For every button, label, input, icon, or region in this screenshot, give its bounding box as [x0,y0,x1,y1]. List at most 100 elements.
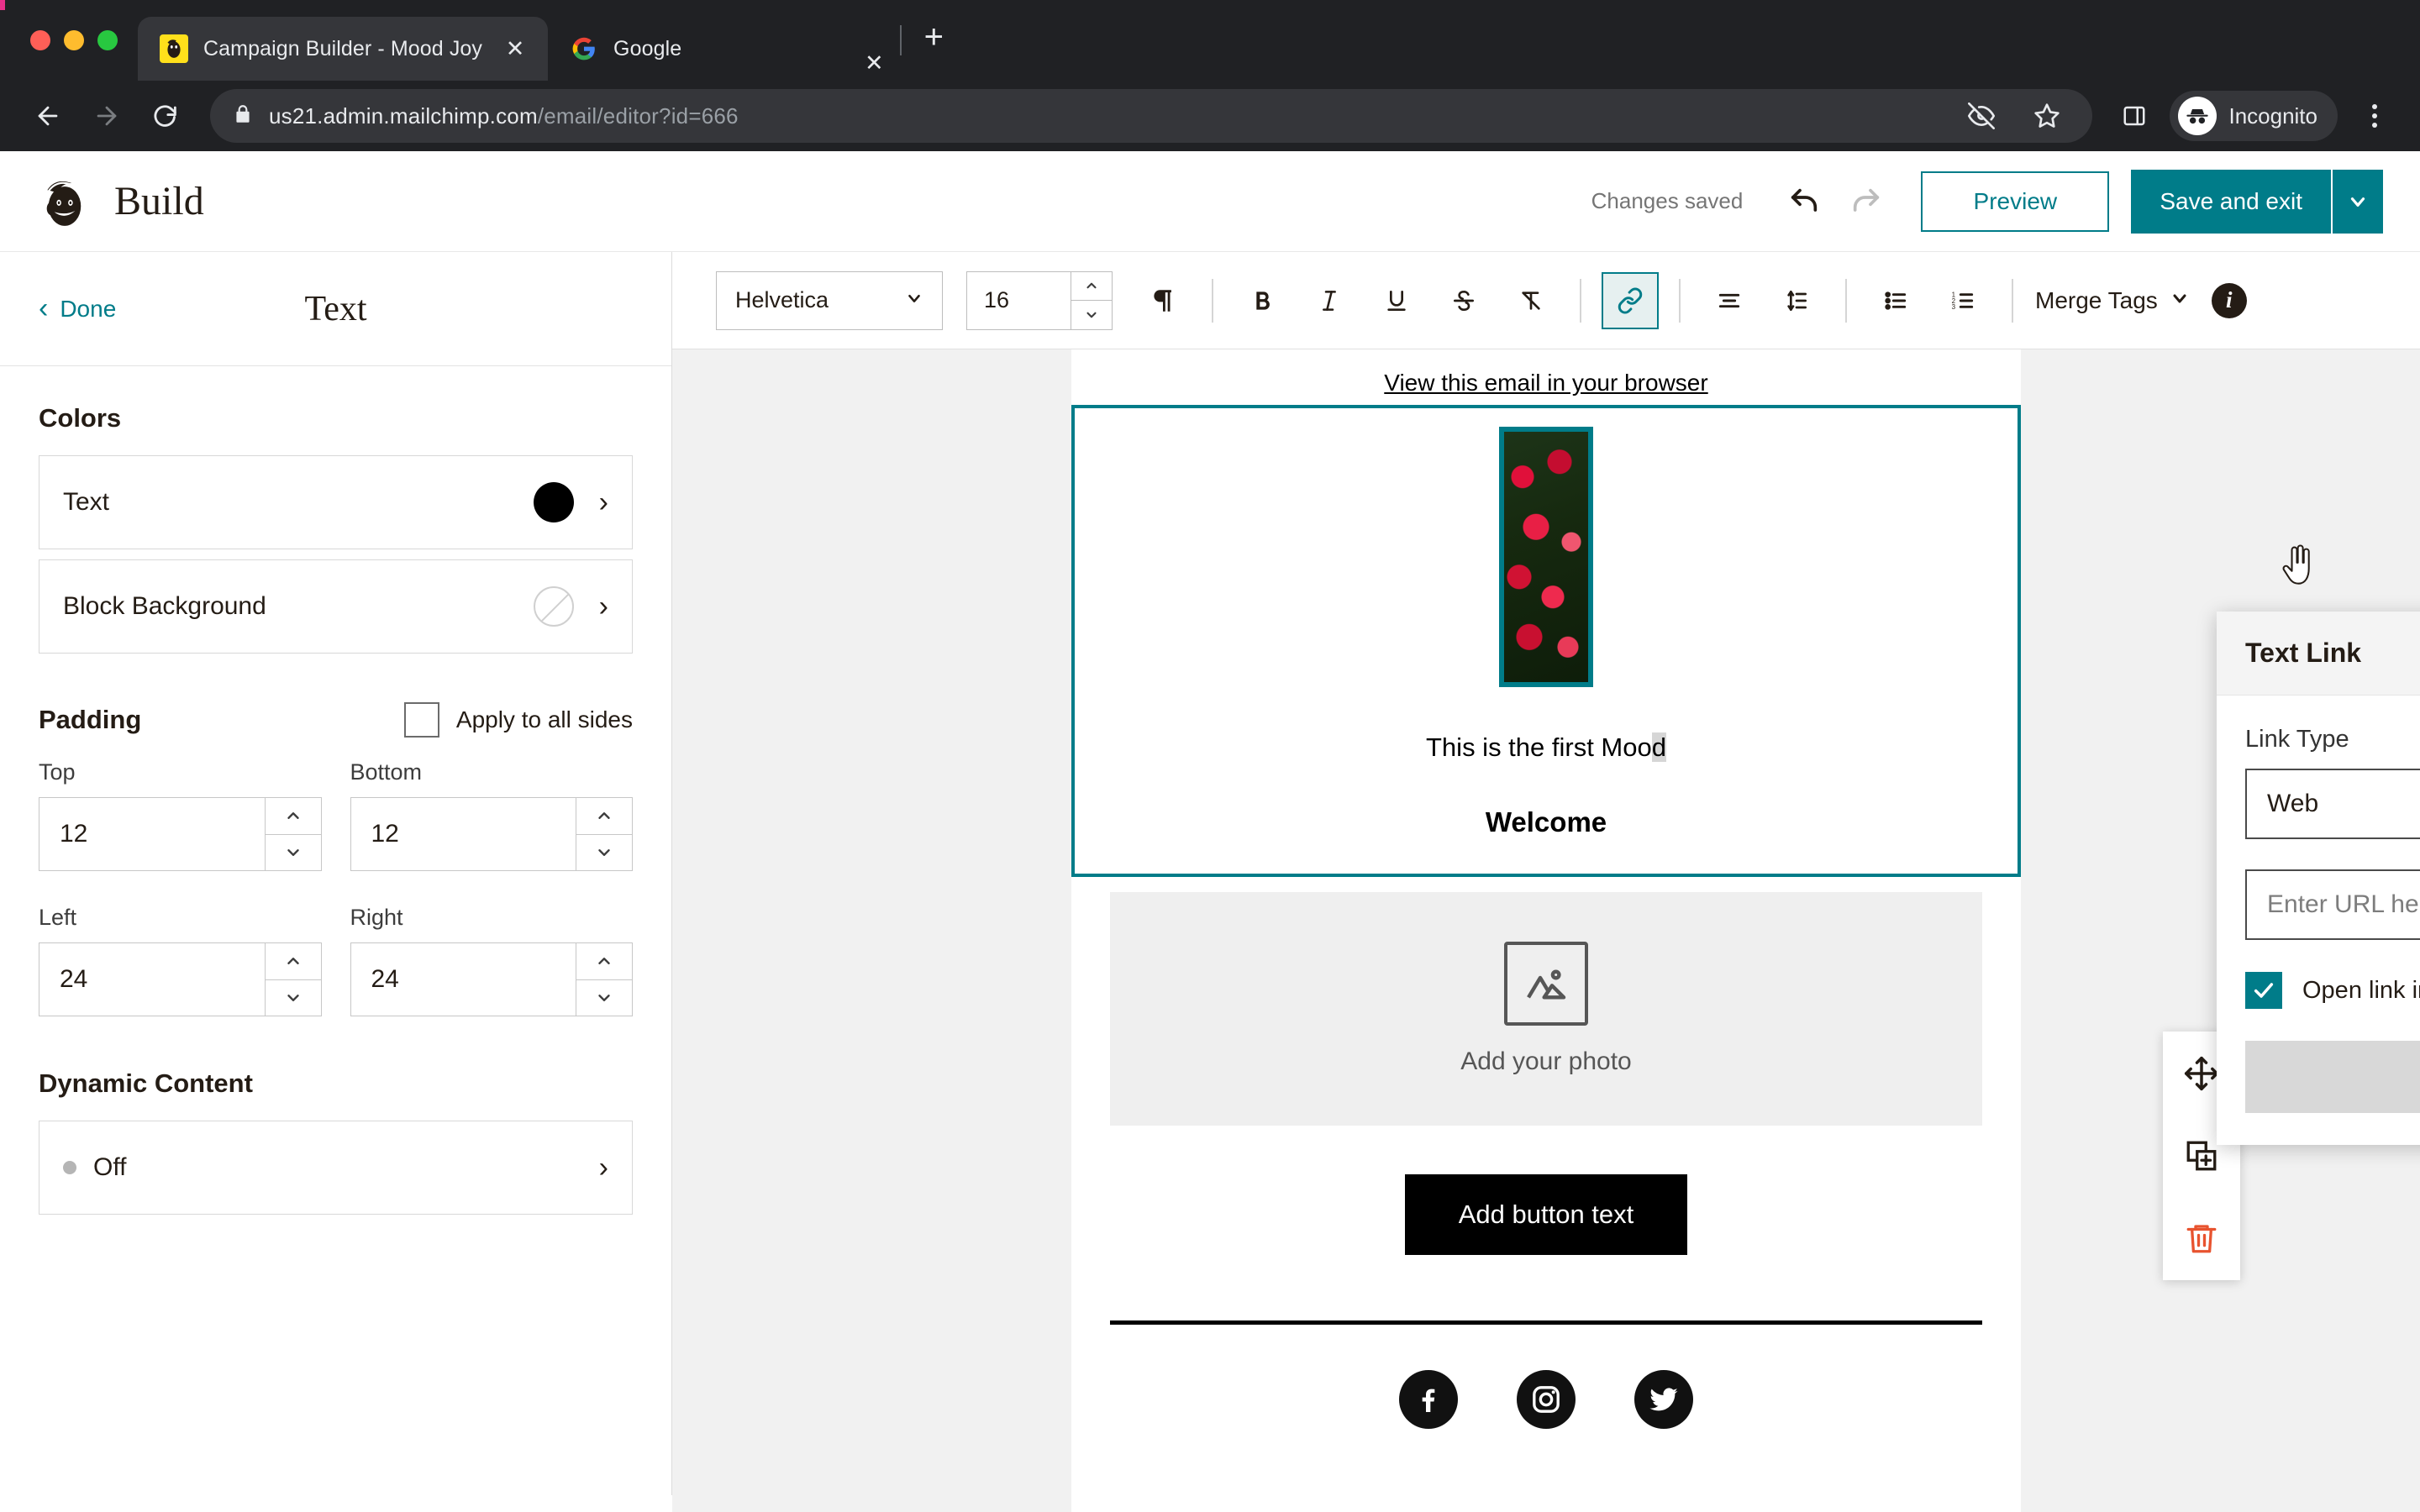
incognito-profile-chip[interactable]: Incognito [2170,91,2338,141]
text-line-1-prefix: This is the first Moo [1426,732,1652,762]
reload-icon[interactable] [139,90,192,142]
merge-tags-label: Merge Tags [2035,286,2158,313]
padding-left-value[interactable]: 24 [39,942,265,1016]
stepper-down-icon[interactable] [266,835,321,871]
cta-button[interactable]: Add button text [1404,1174,1688,1255]
window-minimize-button[interactable] [64,30,84,50]
text-color-swatch[interactable] [533,482,574,522]
paragraph-style-icon[interactable] [1134,272,1192,329]
save-and-exit-button[interactable]: Save and exit [2131,169,2331,234]
url-input[interactable]: Enter URL here [2245,869,2420,940]
star-icon[interactable] [2023,92,2070,139]
dynamic-content-row[interactable]: Off › [39,1121,633,1215]
delete-icon[interactable] [2178,1215,2225,1262]
panel-body: Colors Text › Block Background › Padding [0,366,671,1215]
clear-formatting-icon[interactable] [1502,272,1560,329]
done-button[interactable]: ‹ Done [39,292,116,325]
facebook-icon[interactable] [1399,1370,1458,1429]
font-size-down-icon[interactable] [1071,301,1112,329]
back-icon[interactable] [22,90,74,142]
social-block[interactable] [1071,1325,2021,1462]
stepper-down-icon[interactable] [266,980,321,1016]
stepper-up-icon[interactable] [265,943,321,980]
apply-all-label: Apply to all sides [455,706,633,732]
text-line-2: Welcome [1485,806,1607,837]
kebab-menu-icon[interactable] [2351,92,2398,139]
page-title: Build [114,179,204,223]
font-family-select[interactable]: Helvetica [716,270,943,330]
font-family-value: Helvetica [735,287,829,312]
image-placeholder-block[interactable]: Add your photo [1110,892,1982,1126]
font-size-up-icon[interactable] [1071,272,1112,301]
padding-right-value[interactable]: 24 [350,942,576,1016]
padding-left-stepper[interactable]: 24 [39,942,322,1016]
stepper-down-icon[interactable] [576,835,632,871]
line-height-icon[interactable] [1768,272,1825,329]
hero-image-row[interactable] [1075,408,2018,707]
info-icon[interactable]: i [2211,282,2247,318]
lock-icon [232,103,254,129]
stepper-up-icon[interactable] [576,943,632,980]
instagram-icon[interactable] [1517,1370,1576,1429]
dialog-save-button[interactable]: Save [2245,1041,2420,1113]
block-background-swatch-none[interactable] [533,586,574,627]
padding-top-value[interactable]: 12 [39,797,265,871]
preview-button[interactable]: Preview [1921,171,2110,232]
font-size-stepper[interactable]: 16 [966,270,1113,330]
open-new-tab-checkbox[interactable] [2245,972,2282,1009]
padding-top-stepper[interactable]: 12 [39,797,322,871]
bulleted-list-icon[interactable] [1867,272,1924,329]
link-icon[interactable] [1602,271,1659,329]
field-label: Right [350,905,403,930]
open-in-new-tab-control[interactable]: Open link in new tab [2245,972,2420,1009]
padding-field-left: Left 24 [39,905,322,1016]
align-icon[interactable] [1701,272,1758,329]
side-panel-icon[interactable] [2111,92,2158,139]
color-row-block-background[interactable]: Block Background › [39,559,633,654]
window-close-button[interactable] [30,30,50,50]
stepper-up-icon[interactable] [576,798,632,835]
stepper-down-icon[interactable] [576,980,632,1016]
color-row-text[interactable]: Text › [39,455,633,549]
apply-to-all-sides-control[interactable]: Apply to all sides [403,702,633,738]
dynamic-content-value: Off [93,1153,127,1181]
chevron-down-icon [905,289,923,312]
link-type-select[interactable]: Web [2245,769,2420,839]
padding-right-stepper[interactable]: 24 [350,942,633,1016]
address-bar[interactable]: us21.admin.mailchimp.com/email/editor?id… [210,89,2093,143]
view-in-browser-link[interactable]: View this email in your browser [1384,370,1707,396]
stepper-up-icon[interactable] [265,798,321,835]
forward-icon[interactable] [81,90,133,142]
twitter-icon[interactable] [1634,1370,1693,1429]
padding-bottom-value[interactable]: 12 [350,797,576,871]
toolbar-divider [1679,278,1681,323]
redo-icon[interactable] [1840,176,1892,228]
save-options-chevron-down-icon[interactable] [2331,169,2383,234]
url-path: /email/editor?id=666 [537,102,739,129]
apply-all-checkbox[interactable] [403,702,439,738]
text-block[interactable]: This is the first Mood Welcome [1075,707,2018,874]
cta-block[interactable]: Add button text [1071,1126,2021,1297]
tab-close-icon[interactable]: ✕ [856,45,892,81]
padding-field-top: Top 12 [39,759,322,871]
undo-icon[interactable] [1778,176,1830,228]
selected-block-group[interactable]: This is the first Mood Welcome [1071,405,2021,877]
italic-icon[interactable] [1301,272,1358,329]
browser-tab-google[interactable]: Google [548,17,697,81]
window-controls[interactable] [25,0,138,81]
tab-close-icon[interactable]: ✕ [497,31,533,66]
eye-off-icon[interactable] [1958,92,2005,139]
bold-icon[interactable] [1234,272,1291,329]
underline-icon[interactable] [1368,272,1425,329]
color-row-label: Block Background [63,592,266,620]
strikethrough-icon[interactable] [1435,272,1492,329]
browser-tab-campaign-builder[interactable]: Campaign Builder - Mood Joy ✕ [138,17,549,81]
window-maximize-button[interactable] [97,30,118,50]
padding-bottom-stepper[interactable]: 12 [350,797,633,871]
numbered-list-icon[interactable]: 123 [1934,272,1991,329]
merge-tags-dropdown[interactable]: Merge Tags [2035,287,2190,314]
google-icon [570,34,598,63]
roses-image[interactable] [1499,427,1593,687]
font-size-value[interactable]: 16 [966,270,1071,330]
new-tab-button[interactable]: + [910,13,957,60]
